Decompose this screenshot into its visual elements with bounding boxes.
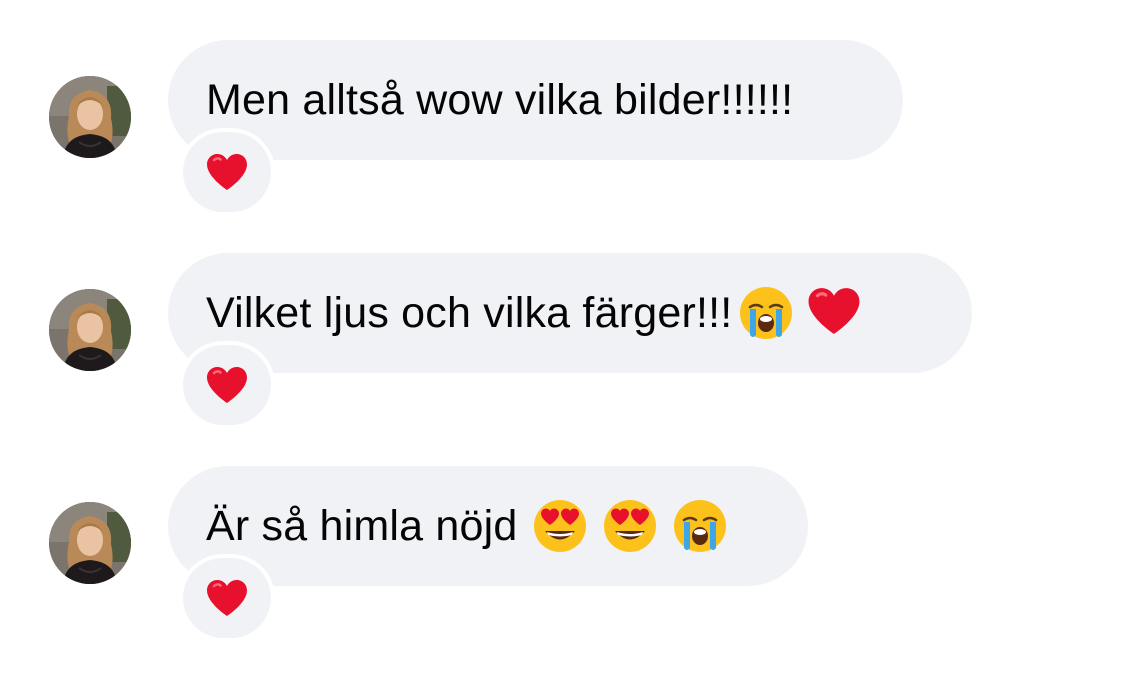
reaction-badge[interactable] — [183, 132, 271, 212]
avatar[interactable] — [49, 289, 131, 371]
loudly-crying-face-icon — [738, 285, 794, 341]
message-row: Är så himla nöjd — [0, 466, 1125, 666]
red-heart-icon — [205, 365, 249, 405]
message-row: Men alltså wow vilka bilder!!!!!! — [0, 40, 1125, 240]
loudly-crying-face-icon — [672, 498, 728, 554]
message-bubble[interactable]: Är så himla nöjd — [168, 466, 808, 586]
reaction-badge[interactable] — [183, 558, 271, 638]
message-row: Vilket ljus och vilka färger!!! — [0, 253, 1125, 453]
message-text: Men alltså wow vilka bilder!!!!!! — [206, 75, 794, 124]
message-bubble[interactable]: Men alltså wow vilka bilder!!!!!! — [168, 40, 903, 160]
message-bubble[interactable]: Vilket ljus och vilka färger!!! — [168, 253, 972, 373]
red-heart-icon — [205, 152, 249, 192]
avatar[interactable] — [49, 76, 131, 158]
heart-eyes-face-icon — [602, 498, 658, 554]
avatar[interactable] — [49, 502, 131, 584]
red-heart-icon — [806, 285, 862, 341]
reaction-badge[interactable] — [183, 345, 271, 425]
heart-eyes-face-icon — [532, 498, 588, 554]
message-text: Vilket ljus och vilka färger!!! — [206, 288, 733, 337]
red-heart-icon — [205, 578, 249, 618]
message-text: Är så himla nöjd — [206, 501, 518, 550]
